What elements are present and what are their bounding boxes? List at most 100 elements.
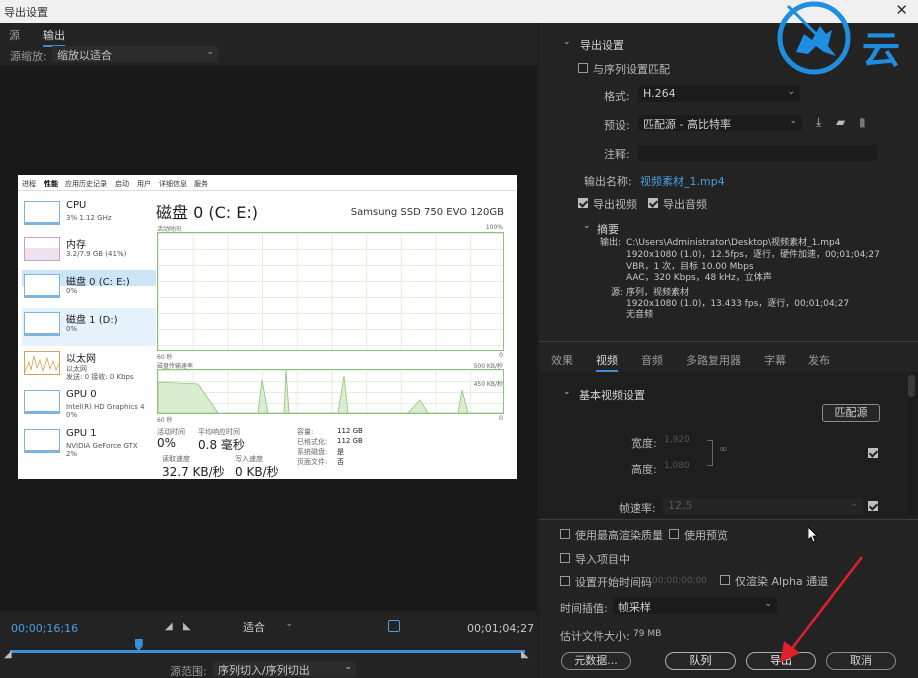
stat-cap-value: 112 GB	[337, 427, 363, 435]
source-zoom-dropdown[interactable]: 缩放以适合 ⌄	[52, 46, 218, 62]
export-audio-label: 导出音频	[663, 198, 707, 211]
metadata-button[interactable]: 元数据...	[561, 652, 631, 670]
chevron-down-icon: ⌄	[285, 619, 293, 629]
crop-icon[interactable]	[388, 620, 400, 632]
summary-source-line: 1920x1080 (1.0)，13.433 fps，逐行，00;01;04;2…	[626, 299, 850, 309]
source-zoom-value: 缩放以适合	[57, 49, 112, 62]
collapse-chevron-icon[interactable]: ⌄	[563, 37, 571, 47]
tm-item-name: 磁盘 0 (C: E:)	[66, 277, 130, 288]
alpha-only-checkbox[interactable]	[720, 575, 730, 585]
chevron-down-icon: ⌄	[787, 87, 795, 97]
format-dropdown[interactable]: H.264 ⌄	[638, 86, 800, 102]
summary-output-line: VBR，1 次，目标 10.00 Mbps	[626, 262, 754, 272]
current-timecode[interactable]: 00;00;16;16	[11, 622, 78, 635]
tm-tab: 启动	[115, 180, 129, 188]
source-zoom-label: 源缩放:	[10, 50, 47, 63]
graph1-time: 60 秒	[157, 354, 173, 361]
width-value[interactable]: 1,920	[664, 435, 690, 445]
time-interp-label: 时间插值:	[560, 602, 608, 615]
width-height-match-checkbox[interactable]	[868, 448, 878, 458]
use-preview-checkbox[interactable]	[669, 529, 679, 539]
fps-match-checkbox[interactable]	[868, 501, 878, 511]
tm-item-name: 以太网	[66, 354, 96, 365]
tab-captions[interactable]: 字幕	[764, 352, 786, 368]
delete-preset-icon[interactable]: ▮	[859, 115, 866, 129]
link-icon[interactable]: ∞	[719, 444, 727, 455]
preset-dropdown[interactable]: 匹配源 - 高比特率 ⌄	[638, 115, 802, 131]
summary-header: 摘要	[597, 223, 619, 236]
out-marker-icon[interactable]: ◣	[521, 649, 529, 660]
close-icon[interactable]: ✕	[895, 1, 908, 19]
in-marker-icon[interactable]: ◢	[4, 649, 12, 660]
save-preset-icon[interactable]: ⤓	[816, 115, 821, 130]
max-render-checkbox[interactable]	[560, 529, 570, 539]
tm-title: 磁盘 0 (C: E:)	[156, 203, 258, 222]
fps-dropdown[interactable]: 12.5 ⌄	[663, 498, 863, 514]
stat-fmt-value: 112 GB	[337, 437, 363, 445]
export-video-checkbox[interactable]	[578, 198, 588, 208]
start-timecode-label: 设置开始时间码	[575, 576, 652, 589]
timeline-track[interactable]	[10, 650, 525, 653]
tab-source[interactable]: 源	[9, 27, 20, 43]
tab-publish[interactable]: 发布	[808, 352, 830, 368]
tm-thumb	[24, 312, 60, 336]
match-sequence-checkbox[interactable]	[578, 63, 588, 73]
output-name-link[interactable]: 视频素材_1.mp4	[640, 173, 725, 189]
divider	[539, 341, 918, 342]
tm-item-sub: 3% 1.12 GHz	[66, 214, 112, 222]
time-interp-dropdown[interactable]: 帧采样 ⌄	[613, 598, 777, 614]
tm-thumb	[24, 201, 60, 225]
tab-multiplexer[interactable]: 多路复用器	[686, 352, 741, 368]
tm-item-sub: Intel(R) HD Graphics 4	[66, 403, 145, 411]
height-value[interactable]: 1,080	[664, 461, 690, 471]
tm-thumb	[24, 390, 60, 414]
settings-tabs: 效果 视频 音频 多路复用器 字幕 发布	[539, 349, 918, 372]
tab-output[interactable]: 输出	[43, 27, 65, 47]
start-timecode-value[interactable]: 00;00;00;00	[652, 576, 707, 586]
tab-effects[interactable]: 效果	[551, 352, 573, 368]
match-sequence-label: 与序列设置匹配	[593, 63, 670, 76]
transfer-graph-line	[158, 370, 503, 413]
import-project-checkbox[interactable]	[560, 553, 570, 563]
video-settings-panel: ⌄ 基本视频设置 匹配源 宽度: 1,920 高度: 1,080 ∞ 帧速率: …	[539, 372, 918, 518]
tm-item-disk0: 磁盘 0 (C: E:) 0%	[22, 270, 156, 298]
basic-video-chevron-icon[interactable]: ⌄	[563, 387, 571, 397]
comment-input[interactable]	[638, 145, 877, 161]
summary-source-line: 序列，视频素材	[626, 288, 690, 298]
tm-item-sub: 0%	[66, 325, 78, 333]
start-timecode-checkbox[interactable]	[560, 576, 570, 586]
stat-page-value: 否	[337, 458, 344, 466]
transfer-graph	[157, 369, 504, 414]
watermark-text: 云	[862, 28, 901, 72]
set-in-point-icon[interactable]: ◢	[165, 621, 173, 632]
stat-active-value: 0%	[157, 436, 177, 450]
source-output-tabs: 源 输出	[0, 23, 537, 47]
watermark-logo	[777, 1, 851, 75]
tm-sidebar: CPU 3% 1.12 GHz 内存 3.2/7.9 GB (41%) 磁盘 0…	[22, 197, 157, 479]
format-label: 格式:	[604, 90, 630, 103]
tm-model: Samsung SSD 750 EVO 120GB	[350, 207, 504, 218]
match-source-button[interactable]: 匹配源	[822, 404, 880, 422]
set-out-point-icon[interactable]: ◣	[183, 621, 191, 632]
chevron-down-icon: ⌄	[789, 116, 797, 126]
scroll-thumb[interactable]	[908, 375, 915, 397]
export-audio-checkbox[interactable]	[648, 198, 658, 208]
queue-button[interactable]: 队列	[665, 652, 736, 670]
time-interp-value: 帧采样	[618, 601, 651, 614]
tm-tab: 应用历史记录	[65, 180, 107, 188]
timeline-panel: 00;00;16;16 ◢ ◣ 适合 ⌄ 00;01;04;27 ◢ ◣ 源范围…	[0, 611, 537, 678]
settings-scrollbar[interactable]	[908, 375, 915, 515]
tm-tabs: 进程 性能 应用历史记录 启动 用户 详细信息 服务	[18, 175, 517, 191]
stat-sys-label: 系统磁盘:	[297, 448, 328, 456]
fit-dropdown[interactable]: 适合 ⌄	[243, 619, 293, 634]
tab-audio[interactable]: 音频	[641, 352, 663, 368]
summary-chevron-icon[interactable]: ⌄	[583, 221, 591, 231]
tm-item-name: CPU	[66, 200, 87, 211]
import-preset-icon[interactable]: ▰	[836, 115, 845, 129]
source-range-dropdown[interactable]: 序列切入/序列切出 ⌄	[213, 661, 356, 677]
source-range-row: 源范围: 序列切入/序列切出 ⌄	[0, 661, 537, 678]
graph2-min: 0	[499, 415, 503, 422]
tm-item-sub: 3.2/7.9 GB (41%)	[66, 250, 127, 258]
export-video-label: 导出视频	[593, 198, 637, 211]
tab-video[interactable]: 视频	[596, 352, 618, 372]
